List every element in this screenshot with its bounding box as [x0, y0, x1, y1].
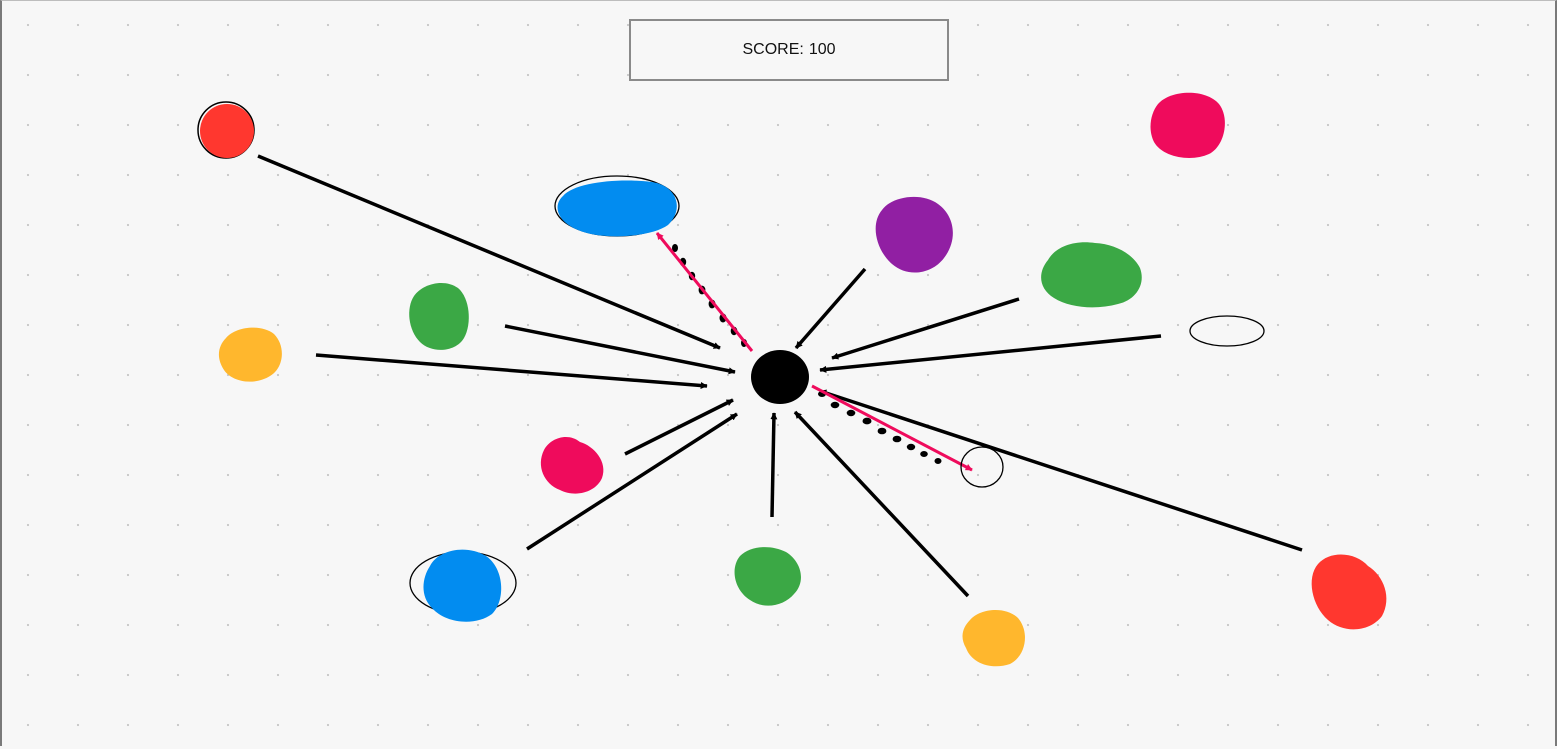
crimson-top-right-blob[interactable]	[1150, 92, 1225, 158]
trail-dot	[846, 409, 856, 417]
arrow	[504, 324, 736, 375]
arrow	[770, 412, 778, 518]
yellow-left-blob[interactable]	[218, 327, 282, 382]
blue-bottom-left-blob[interactable]	[409, 549, 517, 622]
trail-dot	[934, 458, 942, 464]
trail-dot	[862, 417, 872, 425]
red-bottom-right-blob[interactable]	[1311, 554, 1387, 630]
arrow	[819, 389, 1303, 552]
trail-dot	[920, 451, 928, 457]
crimson-center-left-blob[interactable]	[540, 436, 604, 494]
trail-dot	[892, 435, 902, 443]
yellow-bottom-blob[interactable]	[962, 609, 1025, 667]
game-scene[interactable]	[0, 0, 1557, 749]
trail-dot	[906, 443, 916, 451]
arrow	[793, 410, 970, 598]
trail-dot	[877, 427, 887, 435]
highlight-arrow	[655, 232, 754, 352]
green-bottom-blob[interactable]	[734, 547, 801, 606]
blue-top-blob[interactable]	[554, 175, 680, 237]
trail-dot	[830, 401, 840, 409]
green-top-right-blob[interactable]	[1041, 242, 1142, 308]
empty-ellipse-right[interactable]	[1189, 315, 1265, 347]
player-ball[interactable]	[751, 350, 809, 404]
arrow	[315, 353, 708, 389]
purple-top-blob[interactable]	[875, 196, 953, 273]
arrow	[831, 297, 1020, 360]
arrow	[794, 267, 867, 350]
red-top-left-blob[interactable]	[197, 101, 255, 159]
arrow	[819, 334, 1162, 373]
green-left-blob[interactable]	[409, 282, 469, 350]
